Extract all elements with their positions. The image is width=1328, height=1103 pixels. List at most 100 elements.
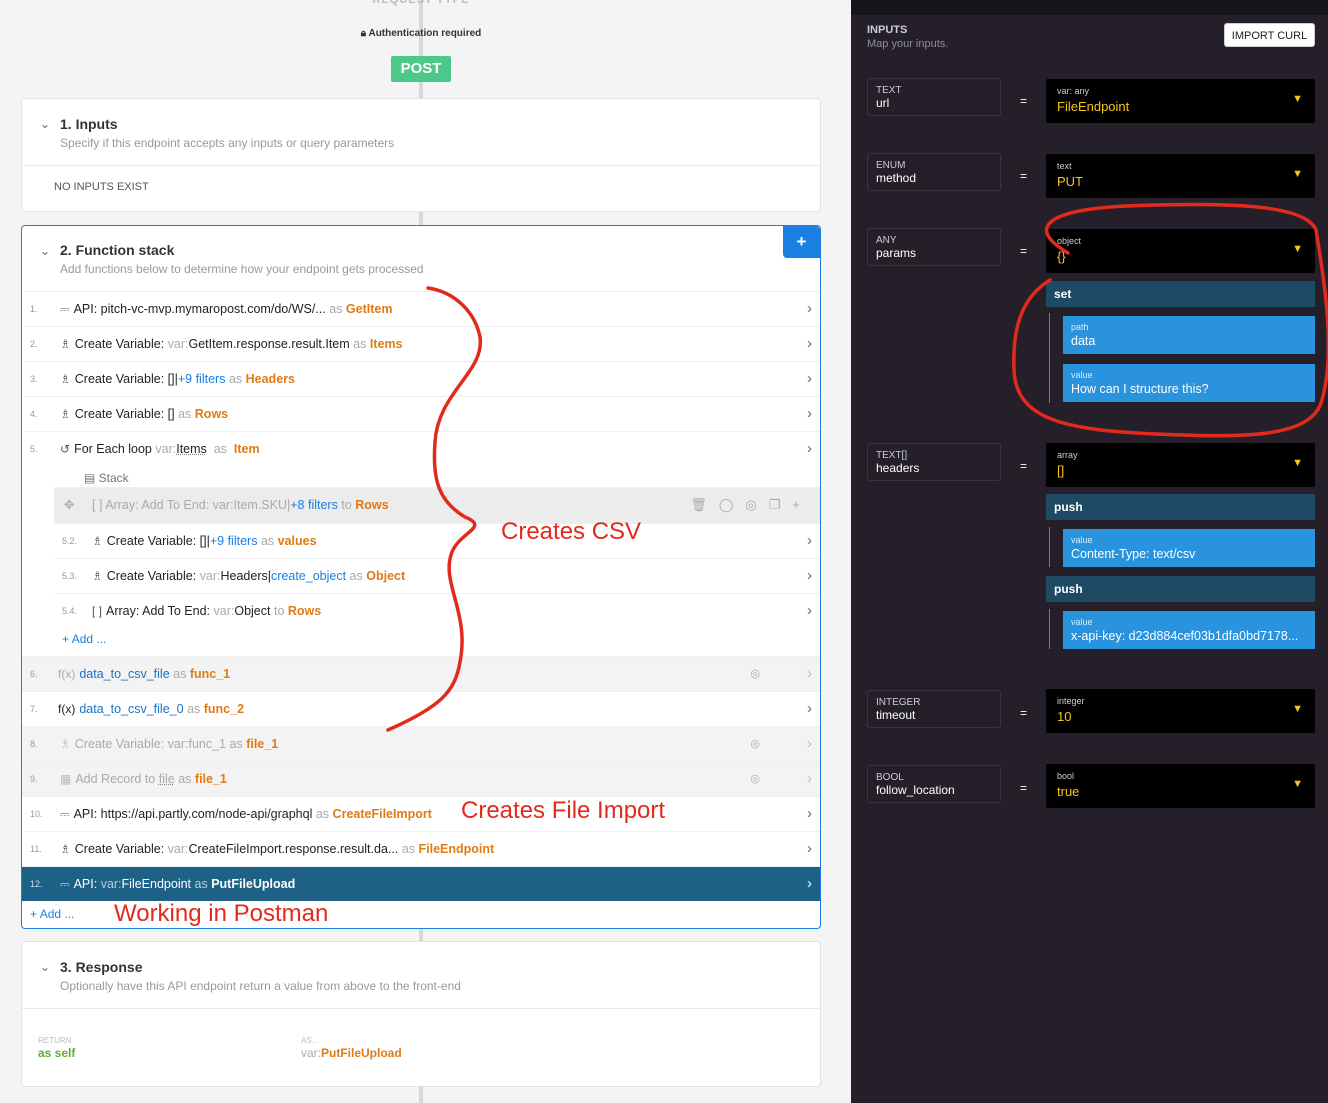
chevron-right-icon[interactable]: › <box>807 432 812 466</box>
equals-sign: = <box>1020 459 1028 473</box>
function-stack-subtitle: Add functions below to determine how you… <box>60 262 424 276</box>
trash-icon[interactable]: 🗑︎ <box>690 497 719 512</box>
value-text: true <box>1057 784 1080 799</box>
method-value-select[interactable]: text PUT ▼ <box>1046 154 1315 198</box>
method-badge[interactable]: POST <box>391 56 451 82</box>
caret-down-icon[interactable]: ▼ <box>1292 778 1303 790</box>
chevron-right-icon[interactable]: › <box>807 362 812 396</box>
headers-value-field-1[interactable]: value Content-Type: text/csv <box>1063 529 1315 567</box>
return-value[interactable]: as self <box>38 1046 75 1060</box>
chevron-right-icon[interactable]: › <box>807 327 812 361</box>
import-curl-button[interactable]: IMPORT CURL <box>1224 23 1315 47</box>
as-label: as <box>178 407 192 421</box>
chevron-right-icon[interactable]: › <box>807 762 812 796</box>
tag-icon: ♗ <box>60 407 71 421</box>
var-prefix: var: <box>100 877 122 891</box>
as-value[interactable]: var:PutFileUpload <box>301 1046 402 1060</box>
equals-sign: = <box>1020 94 1028 108</box>
plug-icon: ⎓ <box>60 302 70 316</box>
headers-push-op-1[interactable]: push <box>1046 494 1315 520</box>
as-label: as <box>187 702 201 716</box>
row-actions[interactable]: 🗑︎◯◎❐+ <box>690 488 812 522</box>
eye-off-icon[interactable]: ◎ <box>750 727 760 761</box>
stack-row-10[interactable]: 10. ⎓ API: https://api.partly.com/node-ap… <box>22 796 820 831</box>
to-label: to <box>341 498 352 512</box>
row-expr: Headers| <box>220 569 272 583</box>
follow-location-value-select[interactable]: bool true ▼ <box>1046 764 1315 808</box>
url-value-select[interactable]: var: any FileEndpoint ▼ <box>1046 79 1315 123</box>
field-label: value <box>1071 617 1093 627</box>
chevron-right-icon[interactable]: › <box>807 692 812 726</box>
add-inner-function-link[interactable]: + Add ... <box>62 632 106 646</box>
chevron-right-icon[interactable]: › <box>807 524 812 558</box>
caret-down-icon[interactable]: ▼ <box>1292 168 1303 180</box>
comment-icon[interactable]: ◯ <box>719 497 746 512</box>
chevron-right-icon[interactable]: › <box>807 797 812 831</box>
row-expr: GetItem.response.result.Item <box>188 337 350 351</box>
row-text: Create Variable: var:func_1 <box>74 737 227 751</box>
chevron-down-icon[interactable]: ⌄ <box>40 117 50 131</box>
chevron-right-icon[interactable]: › <box>807 559 812 593</box>
as-label: as <box>229 737 243 751</box>
headers-value-field-2[interactable]: value x-api-key: d23d884cef03b1dfa0bd7178… <box>1063 611 1315 649</box>
var-name: file_1 <box>194 772 227 786</box>
row-label: API: <box>73 877 98 891</box>
row-number: 11. <box>30 844 42 854</box>
var-name: file_1 <box>246 737 279 751</box>
chevron-down-icon[interactable]: ⌄ <box>40 244 50 258</box>
var-name: CreateFileImport <box>332 807 432 821</box>
caret-down-icon[interactable]: ▼ <box>1292 93 1303 105</box>
var-prefix: var: <box>167 337 189 351</box>
chevron-right-icon[interactable]: › <box>807 594 812 628</box>
chevron-right-icon[interactable]: › <box>807 867 812 901</box>
chevron-down-icon[interactable]: ⌄ <box>40 960 50 974</box>
copy-icon[interactable]: ❐ <box>769 497 793 512</box>
nest-line <box>1049 609 1050 649</box>
filters-link[interactable]: +9 filters <box>178 372 226 386</box>
chevron-right-icon[interactable]: › <box>807 657 812 691</box>
stack-row-12[interactable]: 12. ⎓ API: var:FileEndpoint as PutFileUpl… <box>22 866 820 901</box>
row-number: 2. <box>30 339 38 349</box>
eye-off-icon[interactable]: ◎ <box>745 497 768 512</box>
param-method: ENUM method <box>867 153 1001 191</box>
eye-off-icon[interactable]: ◎ <box>750 657 760 691</box>
param-name: url <box>876 96 890 110</box>
chevron-right-icon[interactable]: › <box>807 397 812 431</box>
row-file: file <box>158 772 175 786</box>
stack-row-9[interactable]: 9. ▦ Add Record to file as file_1 ◎ › <box>22 761 820 796</box>
timeout-value-select[interactable]: integer 10 ▼ <box>1046 689 1315 733</box>
equals-sign: = <box>1020 169 1028 183</box>
filters-link[interactable]: +8 filters <box>290 498 338 512</box>
param-name: headers <box>876 461 920 475</box>
plus-icon[interactable]: + <box>792 497 812 512</box>
param-type: BOOL <box>876 772 904 783</box>
eye-off-icon[interactable]: ◎ <box>750 762 760 796</box>
filters-link[interactable]: +9 filters <box>210 534 258 548</box>
tag-icon: ♗ <box>60 737 71 751</box>
response-title[interactable]: 3. Response <box>60 959 142 975</box>
chevron-right-icon[interactable]: › <box>807 292 812 326</box>
filter-fn[interactable]: create_object <box>271 569 346 583</box>
inputs-title[interactable]: 1. Inputs <box>60 116 118 132</box>
function-stack-title[interactable]: 2. Function stack <box>60 242 174 258</box>
row-expr: FileEndpoint <box>121 877 192 891</box>
tag-icon: ♗ <box>60 372 71 386</box>
param-params: ANY params <box>867 228 1001 266</box>
add-function-link[interactable]: + Add ... <box>30 907 74 921</box>
headers-value-select[interactable]: array [] ▼ <box>1046 443 1315 487</box>
caret-down-icon[interactable]: ▼ <box>1292 457 1303 469</box>
add-function-button[interactable]: + <box>783 226 820 258</box>
function-name: data_to_csv_file_0 <box>79 702 184 716</box>
chevron-right-icon[interactable]: › <box>807 832 812 866</box>
tag-icon: ♗ <box>60 337 71 351</box>
drag-handle-icon[interactable]: ✥ <box>64 488 74 522</box>
var-name: values <box>277 534 317 548</box>
value-type: text <box>1057 161 1072 171</box>
chevron-right-icon[interactable]: › <box>807 727 812 761</box>
caret-down-icon[interactable]: ▼ <box>1292 703 1303 715</box>
annotation-creates-file-import: Creates File Import <box>461 797 666 824</box>
row-expr: Object <box>234 604 271 618</box>
param-follow-location: BOOL follow_location <box>867 765 1001 803</box>
stack-row-11[interactable]: 11. ♗ Create Variable: var:CreateFileImpo… <box>22 831 820 866</box>
headers-push-op-2[interactable]: push <box>1046 576 1315 602</box>
